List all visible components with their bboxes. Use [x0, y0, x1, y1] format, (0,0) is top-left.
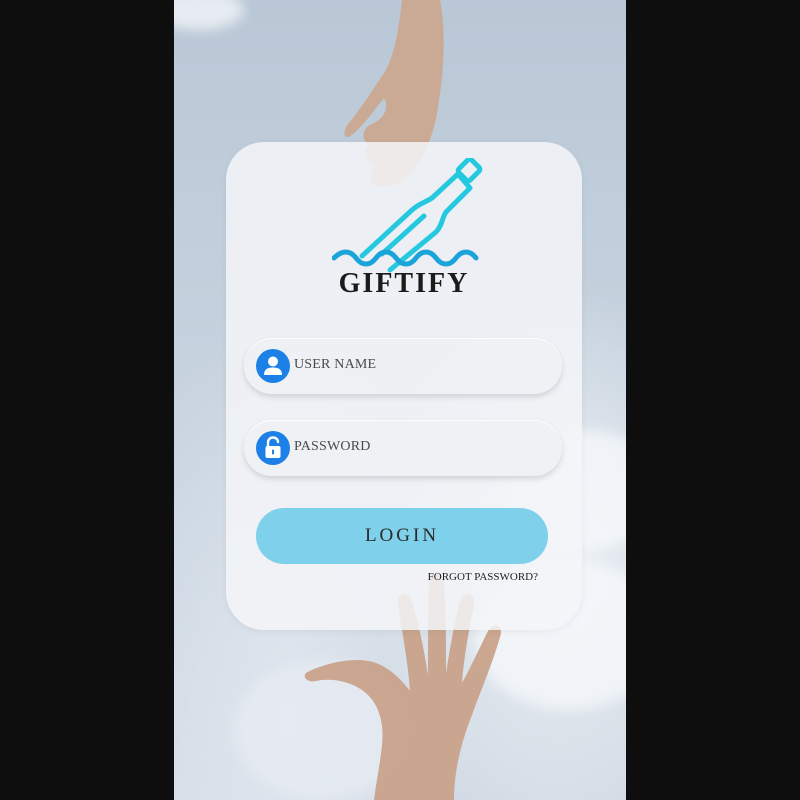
app-logo-text: GIFTIFY — [338, 268, 470, 299]
forgot-password-link[interactable]: FORGOT PASSWORD? — [428, 571, 538, 583]
user-icon — [256, 349, 290, 383]
cloud — [174, 0, 244, 30]
phone-screen: GIFTIFY USER NAME PASSWORD LOGIN FORGOT … — [174, 0, 626, 800]
login-card: GIFTIFY USER NAME PASSWORD LOGIN FORGOT … — [226, 142, 582, 630]
username-field[interactable]: USER NAME — [244, 338, 562, 394]
password-label: PASSWORD — [294, 439, 371, 454]
unlock-icon — [256, 431, 290, 465]
message-bottle-waves-icon — [332, 158, 483, 273]
login-button[interactable]: LOGIN — [256, 508, 548, 564]
password-field[interactable]: PASSWORD — [244, 420, 562, 476]
username-label: USER NAME — [294, 357, 377, 372]
